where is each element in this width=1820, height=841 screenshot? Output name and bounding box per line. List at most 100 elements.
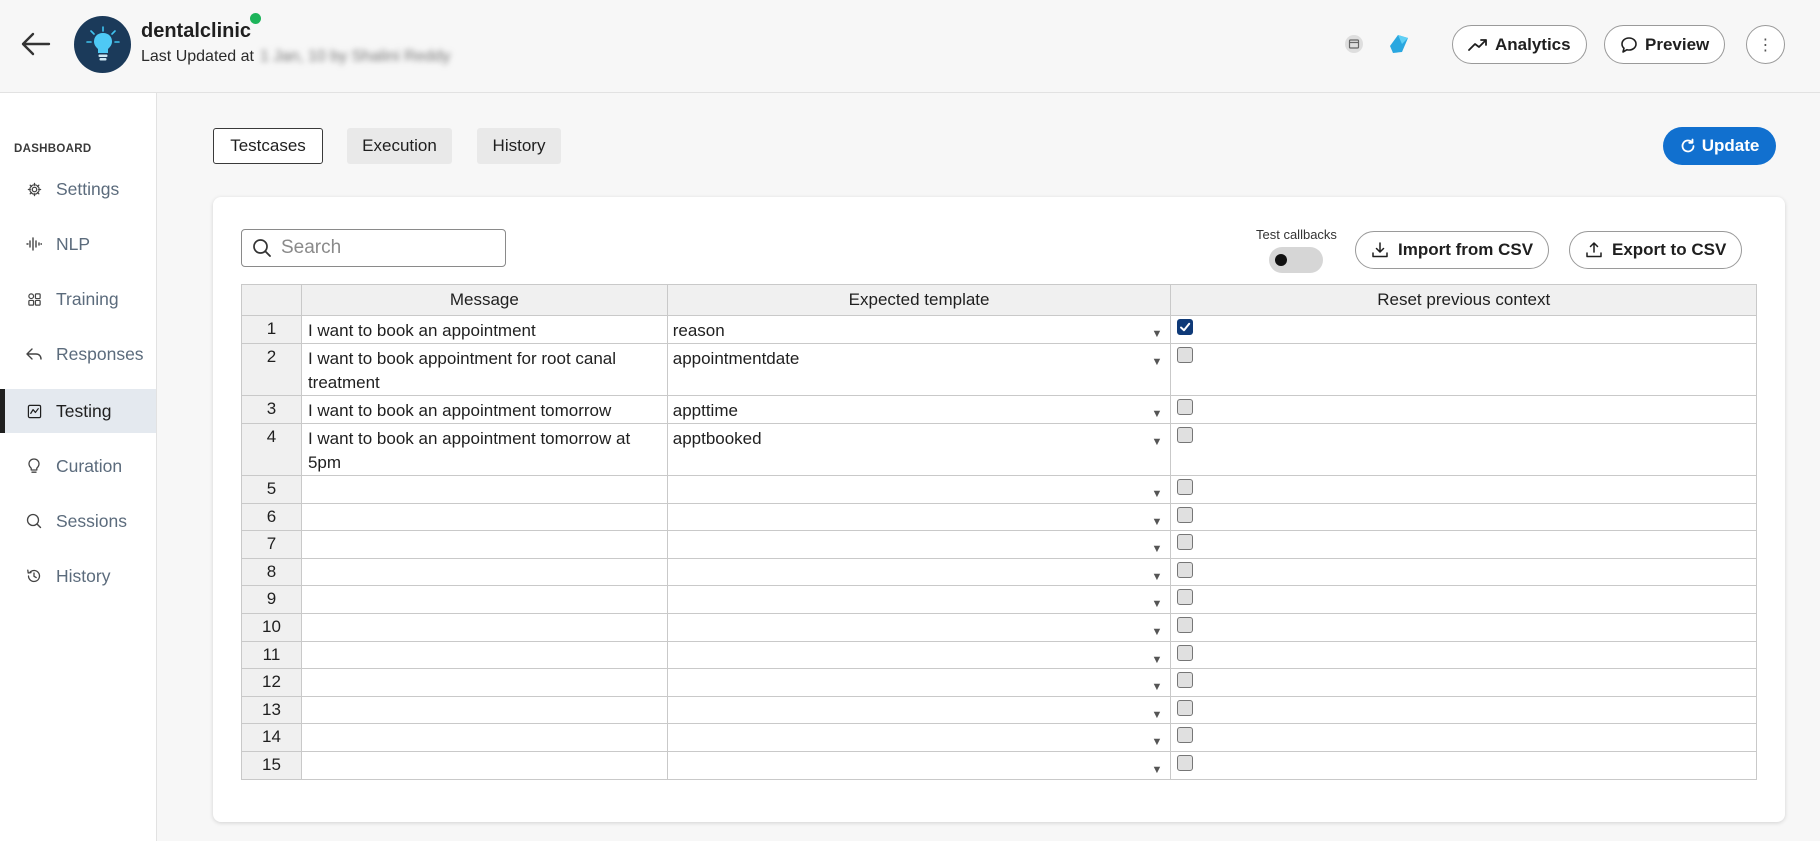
template-cell[interactable]: reason ▼ xyxy=(666,315,1172,346)
reset-context-checkbox[interactable] xyxy=(1177,644,1194,661)
template-cell[interactable]: ▼ xyxy=(666,502,1172,532)
reset-context-checkbox[interactable] xyxy=(1177,347,1194,363)
template-cell[interactable]: ▼ xyxy=(666,723,1172,752)
dropdown-caret-icon[interactable]: ▼ xyxy=(1152,322,1163,346)
export-csv-button[interactable]: Export to CSV xyxy=(1569,231,1743,269)
reset-context-checkbox[interactable] xyxy=(1177,589,1194,606)
table-row: 3I want to book an appointment tomorrow a… xyxy=(241,395,1757,426)
sidebar-section-label: DASHBOARD xyxy=(14,143,92,155)
reset-context-cell xyxy=(1170,475,1757,504)
history-icon xyxy=(26,568,42,584)
sidebar-item-label: Responses xyxy=(56,343,144,364)
template-cell[interactable]: ▼ xyxy=(666,475,1172,504)
table-row: 6 ▼ xyxy=(241,502,1757,532)
sidebar-item-label: Curation xyxy=(56,455,123,476)
top-header: dentalclinic Last Updated at 1 Jan, 10 by… xyxy=(0,0,1820,93)
update-button[interactable]: Update xyxy=(1663,127,1776,165)
sidebar-item-nlp[interactable]: NLP xyxy=(0,222,156,266)
reset-context-checkbox[interactable] xyxy=(1177,399,1194,415)
calendar-icon[interactable] xyxy=(1343,33,1365,55)
reset-context-checkbox[interactable] xyxy=(1177,727,1194,744)
template-cell[interactable]: ▼ xyxy=(666,557,1172,587)
message-cell[interactable]: I want to book an appointment xyxy=(300,315,668,344)
row-number: 4 xyxy=(241,423,302,476)
sidebar: DASHBOARD Settings NLP Training Response… xyxy=(0,93,157,841)
template-cell[interactable]: appointmentdate ▼ xyxy=(666,343,1172,396)
test-callbacks-toggle[interactable] xyxy=(1269,247,1323,273)
message-cell[interactable] xyxy=(300,530,668,559)
template-cell[interactable]: ▼ xyxy=(666,530,1172,559)
table-row: 12 ▼ xyxy=(241,668,1757,697)
refresh-icon xyxy=(1681,138,1695,153)
toggle-knob xyxy=(1275,254,1287,266)
reset-context-cell xyxy=(1170,423,1757,476)
sidebar-item-settings[interactable]: Settings xyxy=(0,167,156,211)
reset-context-checkbox[interactable] xyxy=(1177,427,1194,443)
dropdown-caret-icon[interactable]: ▼ xyxy=(1152,758,1163,782)
message-cell[interactable]: I want to book an appointment tomorrow a… xyxy=(300,423,668,476)
row-number: 11 xyxy=(241,640,302,670)
sidebar-item-curation[interactable]: Curation xyxy=(0,444,156,488)
dropdown-caret-icon[interactable]: ▼ xyxy=(1152,350,1163,374)
template-cell[interactable]: ▼ xyxy=(666,750,1172,782)
sidebar-item-history[interactable]: History xyxy=(0,554,156,598)
template-value: appttime xyxy=(672,401,738,420)
search-input[interactable] xyxy=(281,237,491,259)
more-options-icon[interactable]: ⋮ xyxy=(1746,25,1785,64)
message-cell[interactable] xyxy=(300,612,668,642)
sidebar-item-responses[interactable]: Responses xyxy=(0,332,156,376)
message-cell[interactable] xyxy=(300,475,668,504)
template-cell[interactable]: ▼ xyxy=(666,695,1172,725)
message-cell[interactable] xyxy=(300,750,668,780)
message-cell[interactable] xyxy=(300,695,668,725)
row-number: 3 xyxy=(241,395,302,424)
sidebar-item-training[interactable]: Training xyxy=(0,277,156,321)
analytics-button[interactable]: Analytics xyxy=(1452,25,1587,64)
import-csv-button[interactable]: Import from CSV xyxy=(1355,231,1550,269)
tab-testcases[interactable]: Testcases xyxy=(213,128,323,164)
reset-context-checkbox[interactable] xyxy=(1177,699,1194,716)
message-cell[interactable]: I want to book an appointment tomorrow xyxy=(300,395,668,424)
message-cell[interactable] xyxy=(300,585,668,614)
reset-context-checkbox[interactable] xyxy=(1177,616,1194,633)
message-cell[interactable] xyxy=(300,723,668,752)
message-cell[interactable]: I want to book appointment for root cana… xyxy=(300,343,668,396)
reset-context-checkbox[interactable] xyxy=(1177,479,1194,495)
template-cell[interactable]: ▼ xyxy=(666,585,1172,614)
lightbulb-icon xyxy=(85,25,120,60)
back-arrow-icon[interactable] xyxy=(18,26,54,62)
reset-context-checkbox[interactable] xyxy=(1177,534,1194,551)
template-cell[interactable]: ▼ xyxy=(666,668,1172,697)
table-row: 5 ▼ xyxy=(241,475,1757,504)
tab-execution[interactable]: Execution xyxy=(347,128,452,164)
preview-button[interactable]: Preview xyxy=(1604,25,1726,64)
sidebar-item-testing[interactable]: Testing xyxy=(0,389,156,433)
reset-context-checkbox[interactable] xyxy=(1177,506,1194,523)
message-cell[interactable] xyxy=(300,668,668,697)
table-row: 11 ▼ xyxy=(241,640,1757,670)
template-cell[interactable]: ▼ xyxy=(666,612,1172,642)
dropdown-caret-icon[interactable]: ▼ xyxy=(1152,402,1163,426)
template-cell[interactable]: appttime ▼ xyxy=(666,395,1172,426)
dropdown-caret-icon[interactable]: ▼ xyxy=(1152,430,1163,454)
row-number: 5 xyxy=(241,475,302,504)
integration-icon[interactable] xyxy=(1386,33,1412,55)
template-cell[interactable]: ▼ xyxy=(666,640,1172,670)
message-cell[interactable] xyxy=(300,502,668,532)
table-row: 4I want to book an appointment tomorrow … xyxy=(241,423,1757,476)
search-box xyxy=(241,229,506,267)
column-header-index xyxy=(241,284,302,316)
message-cell[interactable] xyxy=(300,640,668,670)
reset-context-checkbox[interactable] xyxy=(1177,754,1194,771)
template-cell[interactable]: apptbooked ▼ xyxy=(666,423,1172,476)
reset-context-checkbox[interactable] xyxy=(1177,672,1194,689)
testing-icon xyxy=(26,403,42,419)
sidebar-item-sessions[interactable]: Sessions xyxy=(0,499,156,543)
table-row: 2I want to book appointment for root can… xyxy=(241,343,1757,396)
message-cell[interactable] xyxy=(300,557,668,587)
tab-history[interactable]: History xyxy=(477,128,561,164)
reset-context-cell xyxy=(1170,750,1757,780)
last-updated-label: Last Updated at xyxy=(141,48,254,65)
reset-context-checkbox[interactable] xyxy=(1177,319,1194,335)
reset-context-checkbox[interactable] xyxy=(1177,561,1194,578)
